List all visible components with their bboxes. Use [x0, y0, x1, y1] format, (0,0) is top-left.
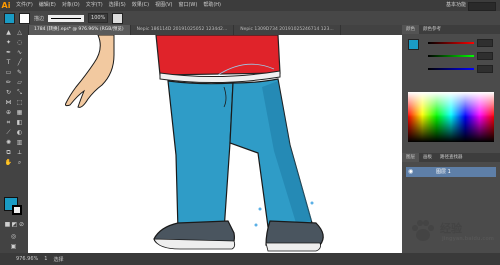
- menu-bar: Ai 文件(F) 编辑(E) 对象(O) 文字(T) 选择(S) 效果(C) 视…: [0, 0, 500, 11]
- pencil-tool-icon[interactable]: ✏: [4, 79, 13, 87]
- red-slider[interactable]: [428, 42, 474, 44]
- document-tabs: 1784 [转换].eps* @ 976.96% (RGB/预览) Nepic …: [28, 25, 402, 35]
- menu-view[interactable]: 视图(V): [155, 0, 172, 11]
- paintbrush-tool-icon[interactable]: ✎: [15, 69, 24, 77]
- search-input[interactable]: [468, 2, 496, 11]
- anchor-point: [258, 207, 262, 211]
- line-tool-icon[interactable]: ╱: [15, 59, 24, 67]
- status-bar: 976.96% 1 选择: [0, 253, 500, 265]
- opacity-field[interactable]: 100%: [88, 13, 109, 23]
- control-bar: 描边 100%: [0, 11, 500, 25]
- menu-object[interactable]: 对象(O): [62, 0, 80, 11]
- red-value[interactable]: [477, 39, 493, 47]
- direct-selection-tool-icon[interactable]: △: [15, 29, 24, 37]
- symbol-sprayer-tool-icon[interactable]: ✺: [4, 139, 13, 147]
- selection-tool-icon[interactable]: ▲: [4, 29, 13, 37]
- green-slider[interactable]: [428, 55, 474, 57]
- menu-help[interactable]: 帮助(H): [203, 0, 221, 11]
- tab-document-2[interactable]: Nepic 186114D 20191025052 1234d2...: [131, 25, 235, 35]
- style-swatch[interactable]: [112, 12, 124, 24]
- main-menu: 文件(F) 编辑(E) 对象(O) 文字(T) 选择(S) 效果(C) 视图(V…: [16, 0, 221, 11]
- none-mode-icon[interactable]: ⊘: [17, 221, 26, 229]
- app-logo: Ai: [1, 1, 11, 10]
- anchor-point: [310, 201, 314, 205]
- blue-slider[interactable]: [428, 68, 474, 70]
- color-panel-tabs: 颜色 颜色参考: [402, 25, 500, 34]
- workspace-switcher[interactable]: 基本功能: [446, 0, 466, 11]
- anchor-point: [254, 223, 258, 227]
- green-value[interactable]: [477, 52, 493, 60]
- baidu-watermark: 经验 jingyan.baidu.com: [402, 210, 500, 252]
- screen-mode-icon[interactable]: ▣: [9, 243, 18, 251]
- menu-file[interactable]: 文件(F): [16, 0, 33, 11]
- red-shirt: [155, 35, 281, 76]
- draw-mode-icon[interactable]: ◎: [9, 233, 18, 241]
- status-mode: 选择: [53, 256, 64, 263]
- slice-tool-icon[interactable]: ⟂: [15, 149, 24, 157]
- watermark-text: 经验: [440, 222, 462, 235]
- spectrum-highlight: [408, 92, 494, 117]
- right-shoe: [265, 220, 324, 246]
- tab-color-guide[interactable]: 颜色参考: [419, 25, 445, 34]
- artboard-canvas[interactable]: [28, 35, 402, 253]
- zoom-level[interactable]: 976.96%: [16, 256, 38, 262]
- curvature-tool-icon[interactable]: ∿: [15, 49, 24, 57]
- magic-wand-tool-icon[interactable]: ✦: [4, 39, 13, 47]
- graph-tool-icon[interactable]: ▥: [15, 139, 24, 147]
- hand-tool-icon[interactable]: ✋: [4, 159, 13, 167]
- type-tool-icon[interactable]: T: [4, 59, 13, 67]
- menu-select[interactable]: 选择(S): [109, 0, 126, 11]
- zoom-tool-icon[interactable]: ⌕: [15, 159, 24, 167]
- eye-icon[interactable]: ◉: [408, 167, 413, 177]
- lasso-tool-icon[interactable]: ◌: [15, 39, 24, 47]
- tab-layers[interactable]: 图层: [402, 153, 419, 162]
- tab-pathfinder[interactable]: 路径查找器: [436, 153, 467, 162]
- eraser-tool-icon[interactable]: ▱: [15, 79, 24, 87]
- shape-builder-tool-icon[interactable]: ⊕: [4, 109, 13, 117]
- eyedropper-tool-icon[interactable]: ⟋: [4, 129, 13, 137]
- artboard-tool-icon[interactable]: ⧉: [4, 149, 13, 157]
- layer-row[interactable]: ◉ 图层 1: [406, 167, 496, 177]
- panel-fill-swatch[interactable]: [408, 39, 419, 50]
- stroke-label: 描边: [34, 15, 45, 22]
- illustration: [65, 35, 324, 252]
- pen-tool-icon[interactable]: ✒: [4, 49, 13, 57]
- scale-tool-icon[interactable]: ⤡: [15, 89, 24, 97]
- stroke-profile-dropdown[interactable]: [48, 14, 85, 22]
- tab-document-1[interactable]: 1784 [转换].eps* @ 976.96% (RGB/预览): [28, 25, 131, 35]
- right-shoe-sole: [265, 242, 321, 252]
- menu-type[interactable]: 文字(T): [86, 0, 103, 11]
- stroke-swatch[interactable]: [19, 12, 30, 24]
- paw-logo-icon: [412, 220, 434, 241]
- tools-panel: ▲ △ ✦ ◌ ✒ ∿ T ╱ ▭ ✎ ✏ ▱ ↻ ⤡ ⋈ ⬚ ⊕ ▦ ⌗ ◧ …: [0, 25, 29, 253]
- hand: [65, 35, 115, 108]
- watermark-url: jingyan.baidu.com: [442, 236, 494, 242]
- blue-value[interactable]: [477, 65, 493, 73]
- menu-window[interactable]: 窗口(W): [178, 0, 197, 11]
- menu-edit[interactable]: 编辑(E): [39, 0, 56, 11]
- left-shoe-sole: [153, 238, 236, 250]
- free-transform-tool-icon[interactable]: ⬚: [15, 99, 24, 107]
- menu-effect[interactable]: 效果(C): [132, 0, 149, 11]
- tab-color[interactable]: 颜色: [402, 25, 419, 34]
- jeans-left-leg: [167, 80, 234, 232]
- layers-panel-tabs: 图层 画板 路径查找器: [402, 153, 500, 162]
- perspective-grid-tool-icon[interactable]: ▦: [15, 109, 24, 117]
- rectangle-tool-icon[interactable]: ▭: [4, 69, 13, 77]
- rotate-tool-icon[interactable]: ↻: [4, 89, 13, 97]
- width-tool-icon[interactable]: ⋈: [4, 99, 13, 107]
- tab-document-3[interactable]: Nepic 1309D734 20191025246714 123...: [234, 25, 341, 35]
- stroke-color-box[interactable]: [12, 205, 22, 215]
- blend-tool-icon[interactable]: ◐: [15, 129, 24, 137]
- layer-name: 图层 1: [436, 169, 451, 175]
- mesh-tool-icon[interactable]: ⌗: [4, 119, 13, 127]
- page-number[interactable]: 1: [44, 256, 47, 262]
- fill-swatch[interactable]: [4, 12, 15, 24]
- gradient-tool-icon[interactable]: ◧: [15, 119, 24, 127]
- tab-artboards[interactable]: 画板: [419, 153, 436, 162]
